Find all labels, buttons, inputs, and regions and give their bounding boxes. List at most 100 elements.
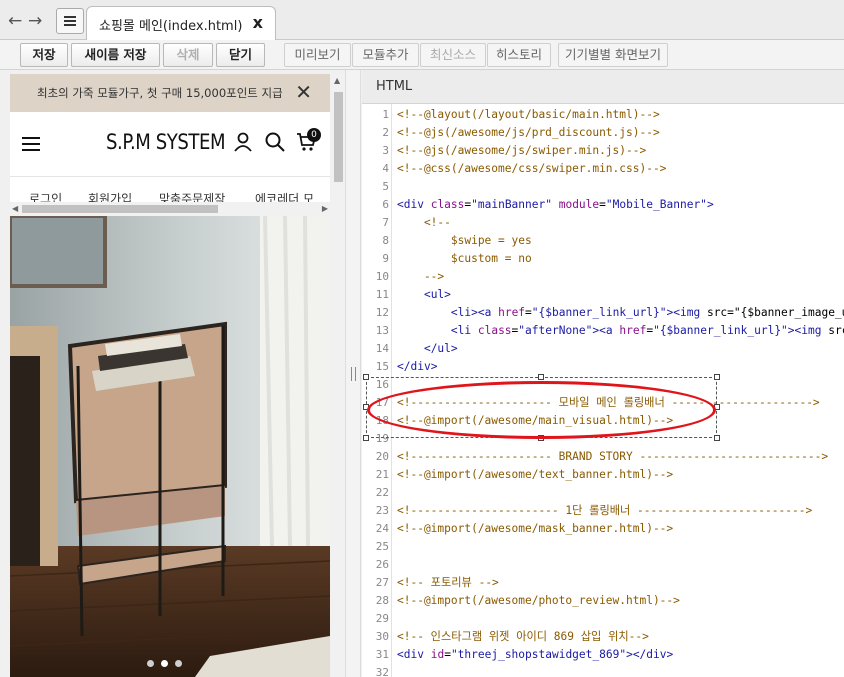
save-as-button[interactable]: 새이름 저장 — [71, 43, 160, 67]
code-text: <li class="afterNone"><a href="{$banner_… — [450, 324, 844, 337]
selection-handle[interactable] — [363, 435, 369, 441]
line-number: 23 — [375, 504, 389, 517]
site-header: S.P.M SYSTEM 0 — [10, 112, 330, 176]
code-line[interactable]: 11 <ul> — [362, 286, 844, 304]
code-text: <li><a href="{$banner_link_url}"><img sr… — [450, 306, 844, 319]
code-line[interactable]: 25 — [362, 538, 844, 556]
code-line[interactable]: 21 <!--@import(/awesome/text_banner.html)… — [362, 466, 844, 484]
line-number: 12 — [375, 306, 389, 319]
code-line[interactable]: 2 <!--@js(/awesome/js/prd_discount.js)--> — [362, 124, 844, 142]
code-line[interactable]: 31 <div id="threej_shopstawidget_869"></d… — [362, 646, 844, 664]
selection-handle[interactable] — [538, 374, 544, 380]
line-number: 31 — [375, 648, 389, 661]
code-text: <!--@import(/awesome/mask_banner.html)--… — [397, 522, 674, 535]
code-line[interactable]: 22 — [362, 484, 844, 502]
code-line[interactable]: 26 — [362, 556, 844, 574]
code-line[interactable]: 20 <!--------------------- BRAND STORY --… — [362, 448, 844, 466]
forward-arrow-icon[interactable]: → — [28, 11, 42, 31]
code-line[interactable]: 29 — [362, 610, 844, 628]
main-banner-image[interactable] — [10, 216, 330, 677]
hamburger-menu-icon[interactable] — [22, 137, 40, 151]
line-number: 2 — [382, 126, 389, 139]
code-line[interactable]: 32 — [362, 664, 844, 677]
selection-handle[interactable] — [363, 374, 369, 380]
code-line[interactable]: 7 <!-- — [362, 214, 844, 232]
add-module-button[interactable]: 모듈추가 — [352, 43, 419, 67]
selection-handle[interactable] — [714, 374, 720, 380]
tab-list-icon[interactable] — [56, 8, 84, 34]
line-number: 10 — [375, 270, 389, 283]
code-line[interactable]: 8 $swipe = yes — [362, 232, 844, 250]
code-text: <!--@js(/awesome/js/prd_discount.js)--> — [397, 126, 660, 139]
user-icon[interactable] — [234, 132, 252, 152]
code-text: <!--@js(/awesome/js/swiper.min.js)--> — [397, 144, 647, 157]
save-button[interactable]: 저장 — [20, 43, 68, 67]
banner-dot[interactable] — [175, 660, 182, 667]
code-line[interactable]: 5 — [362, 178, 844, 196]
document-tab[interactable]: 쇼핑몰 메인(index.html) x — [86, 6, 276, 41]
line-number: 21 — [375, 468, 389, 481]
code-line[interactable]: 3 <!--@js(/awesome/js/swiper.min.js)--> — [362, 142, 844, 160]
code-line[interactable]: 28 <!--@import(/awesome/photo_review.html… — [362, 592, 844, 610]
preview-vertical-scrollbar[interactable]: ▲ — [331, 74, 345, 677]
code-text: <div id="threej_shopstawidget_869"></div… — [397, 648, 674, 661]
code-line[interactable]: 30 <!-- 인스타그램 위젯 아이디 869 삽입 위치--> — [362, 628, 844, 646]
code-text: $swipe = yes — [397, 234, 532, 247]
close-tab-icon[interactable]: x — [253, 13, 263, 32]
delete-button[interactable]: 삭제 — [163, 43, 213, 67]
line-number: 5 — [382, 180, 389, 193]
close-button[interactable]: 닫기 — [216, 43, 265, 67]
latest-source-button[interactable]: 최신소스 — [420, 43, 486, 67]
line-number: 6 — [382, 198, 389, 211]
code-line[interactable]: 24 <!--@import(/awesome/mask_banner.html)… — [362, 520, 844, 538]
code-text: <!--@import(/awesome/text_banner.html)--… — [397, 468, 674, 481]
line-number: 25 — [375, 540, 389, 553]
code-text: $custom = no — [397, 252, 532, 265]
code-line[interactable]: 13 <li class="afterNone"><a href="{$bann… — [362, 322, 844, 340]
promo-close-icon[interactable]: ✕ — [295, 80, 312, 104]
banner-dot[interactable] — [147, 660, 154, 667]
line-number: 28 — [375, 594, 389, 607]
code-line[interactable]: 12 <li><a href="{$banner_link_url}"><img… — [362, 304, 844, 322]
code-text: <ul> — [423, 288, 451, 301]
code-line[interactable]: 9 $custom = no — [362, 250, 844, 268]
cart-count-badge: 0 — [307, 128, 321, 142]
site-logo[interactable]: S.P.M SYSTEM — [106, 130, 226, 154]
code-text: <!-- 포토리뷰 --> — [397, 576, 499, 589]
line-number: 20 — [375, 450, 389, 463]
line-number: 14 — [375, 342, 389, 355]
horizontal-scrollbar[interactable]: ◀ ▶ — [10, 202, 330, 216]
line-number: 22 — [375, 486, 389, 499]
code-text: <div class="mainBanner" module="Mobile_B… — [397, 198, 714, 211]
promo-bar: 최초의 가죽 모듈가구, 첫 구매 15,000포인트 지급 ✕ — [10, 74, 330, 112]
banner-pagination — [147, 652, 189, 671]
banner-dot-active[interactable] — [161, 660, 168, 667]
code-line[interactable]: 10 --> — [362, 268, 844, 286]
document-tab-title: 쇼핑몰 메인(index.html) — [99, 19, 243, 34]
selection-handle[interactable] — [714, 435, 720, 441]
pane-splitter[interactable] — [345, 70, 361, 677]
code-text: <!--@layout(/layout/basic/main.html)--> — [397, 108, 660, 121]
history-button[interactable]: 히스토리 — [487, 43, 551, 67]
line-number: 7 — [382, 216, 389, 229]
code-text: </div> — [397, 360, 438, 373]
line-number: 13 — [375, 324, 389, 337]
code-text: </ul> — [423, 342, 458, 355]
code-line[interactable]: 15 </div> — [362, 358, 844, 376]
preview-button[interactable]: 미리보기 — [284, 43, 351, 67]
line-number: 30 — [375, 630, 389, 643]
editor-header: HTML — [362, 70, 844, 104]
device-view-button[interactable]: 기기별별 화면보기 — [558, 43, 668, 67]
code-line[interactable]: 14 </ul> — [362, 340, 844, 358]
search-icon[interactable] — [265, 132, 285, 152]
line-number: 27 — [375, 576, 389, 589]
code-line[interactable]: 6 <div class="mainBanner" module="Mobile_… — [362, 196, 844, 214]
code-line[interactable]: 27 <!-- 포토리뷰 --> — [362, 574, 844, 592]
code-text: --> — [397, 270, 445, 283]
editor-mode-label: HTML — [376, 79, 413, 94]
code-line[interactable]: 4 <!--@css(/awesome/css/swiper.min.css)--… — [362, 160, 844, 178]
back-arrow-icon[interactable]: ← — [8, 11, 22, 31]
code-text: <!---------------------- 1단 롤링배너 -------… — [397, 504, 813, 517]
code-line[interactable]: 1 <!--@layout(/layout/basic/main.html)--> — [362, 106, 844, 124]
code-line[interactable]: 23 <!---------------------- 1단 롤링배너 -----… — [362, 502, 844, 520]
